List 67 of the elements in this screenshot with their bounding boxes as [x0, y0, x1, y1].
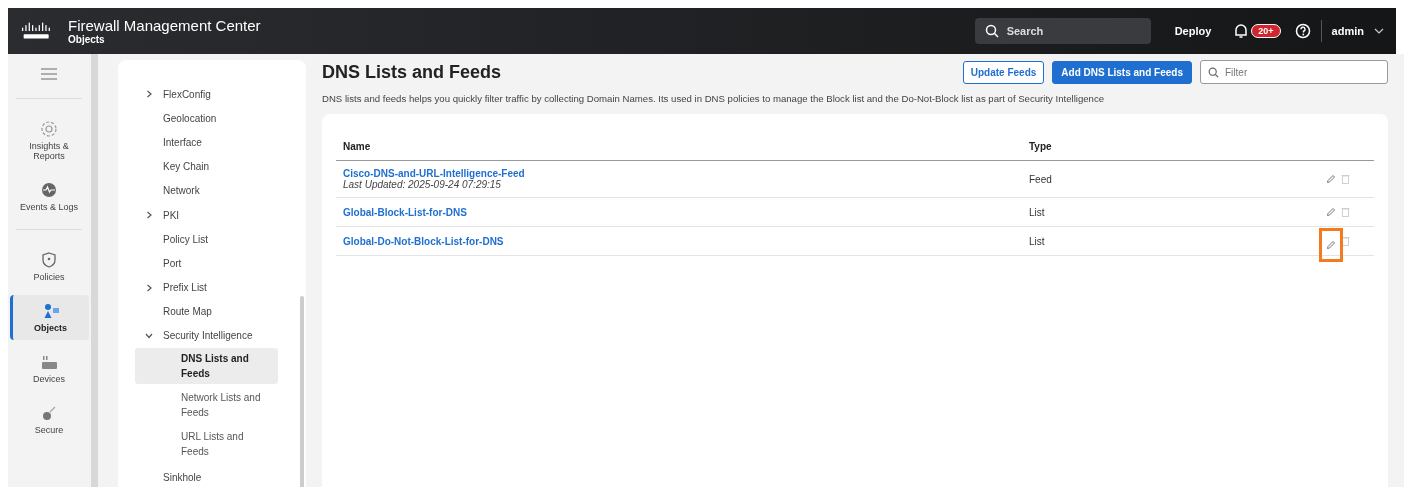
- deploy-button[interactable]: Deploy: [1168, 24, 1218, 38]
- update-feeds-button[interactable]: Update Feeds: [962, 60, 1045, 84]
- search-icon: [1208, 67, 1219, 78]
- plug-icon: [40, 404, 58, 422]
- filter-field[interactable]: Filter: [1200, 60, 1388, 84]
- rail-item[interactable]: Devices: [11, 346, 87, 391]
- tree-item[interactable]: Port: [118, 251, 306, 276]
- chevron-down-icon: [145, 331, 153, 340]
- tree-item[interactable]: FlexConfig: [118, 82, 306, 107]
- tree-item[interactable]: DNS Lists and Feeds: [135, 348, 278, 385]
- scrollbar[interactable]: [300, 296, 304, 487]
- type-cell-text: Feed: [1029, 173, 1053, 185]
- type-cell-text: List: [1029, 235, 1046, 247]
- tree-item[interactable]: Network: [118, 178, 306, 203]
- rail-item[interactable]: Objects: [9, 295, 89, 340]
- tree-item[interactable]: URL Lists and Feeds: [135, 426, 278, 463]
- type-cell-text: List: [1029, 206, 1046, 218]
- gear-icon: [40, 120, 58, 138]
- tree-item[interactable]: Key Chain: [118, 154, 306, 179]
- list-name-link[interactable]: Global-Block-List-for-DNS: [343, 206, 1029, 218]
- device-icon: [40, 353, 58, 371]
- tree-item[interactable]: Prefix List: [118, 275, 306, 300]
- trash-icon[interactable]: [1341, 174, 1350, 184]
- tree-item[interactable]: Interface: [118, 130, 306, 155]
- trash-icon[interactable]: [1341, 236, 1350, 246]
- page-description: DNS lists and feeds helps you quickly filter traffic by collecting Domain Names. Its used in DNS policies to manage the Block list and the Do-Not-Block list as part of Security Intelligence: [322, 93, 1106, 104]
- notification-count: 20+: [1251, 24, 1281, 38]
- last-updated-text: Last Updated: 2025-09-24 07:29:15: [343, 179, 501, 190]
- shield-icon: [40, 251, 58, 269]
- scrollbar[interactable]: [91, 54, 98, 487]
- rail-item[interactable]: Insights & Reports: [11, 113, 87, 168]
- user-menu[interactable]: admin: [1331, 25, 1364, 37]
- bell-icon[interactable]: [1233, 23, 1250, 39]
- menu-icon[interactable]: [41, 68, 57, 80]
- section-title: Objects: [68, 34, 106, 45]
- tree-item[interactable]: Sinkhole: [118, 465, 306, 487]
- chevron-right-icon: [145, 90, 153, 99]
- chevron-down-icon: [1374, 28, 1384, 34]
- product-title: Firewall Management Center: [68, 17, 261, 34]
- search-field[interactable]: Search: [974, 18, 1151, 44]
- pencil-icon: [1326, 207, 1336, 217]
- search-icon: [984, 24, 999, 38]
- tree-item[interactable]: Policy List: [118, 227, 306, 252]
- tree-item[interactable]: Geolocation: [118, 106, 306, 131]
- column-header: Name: [342, 140, 372, 152]
- tree-item[interactable]: Security Intelligence: [118, 323, 306, 349]
- pencil-icon: [1326, 240, 1336, 250]
- tree-item[interactable]: PKI: [118, 202, 306, 228]
- help-icon[interactable]: [1294, 23, 1311, 39]
- edit-button[interactable]: [1325, 173, 1337, 185]
- page-title: DNS Lists and Feeds: [322, 61, 502, 83]
- highlight-frame[interactable]: [1319, 228, 1343, 262]
- tree-item[interactable]: Network Lists and Feeds: [135, 387, 278, 424]
- list-name-link[interactable]: Global-Do-Not-Block-List-for-DNS: [343, 235, 1029, 247]
- rail-item[interactable]: Secure: [11, 397, 87, 442]
- tree-item[interactable]: Route Map: [118, 299, 306, 324]
- rail-item[interactable]: Policies: [11, 244, 87, 289]
- pencil-icon: [1326, 174, 1336, 184]
- trash-icon[interactable]: [1341, 207, 1350, 217]
- add-button[interactable]: Add DNS Lists and Feeds: [1052, 60, 1192, 84]
- pulse-icon: [40, 181, 58, 199]
- chevron-right-icon: [145, 283, 153, 292]
- column-header: Type: [1029, 140, 1053, 152]
- list-name-link[interactable]: Cisco-DNS-and-URL-Intelligence-Feed: [343, 168, 1029, 179]
- edit-button[interactable]: [1325, 206, 1337, 218]
- rail-item[interactable]: Events & Logs: [11, 174, 87, 219]
- chevron-right-icon: [145, 211, 153, 220]
